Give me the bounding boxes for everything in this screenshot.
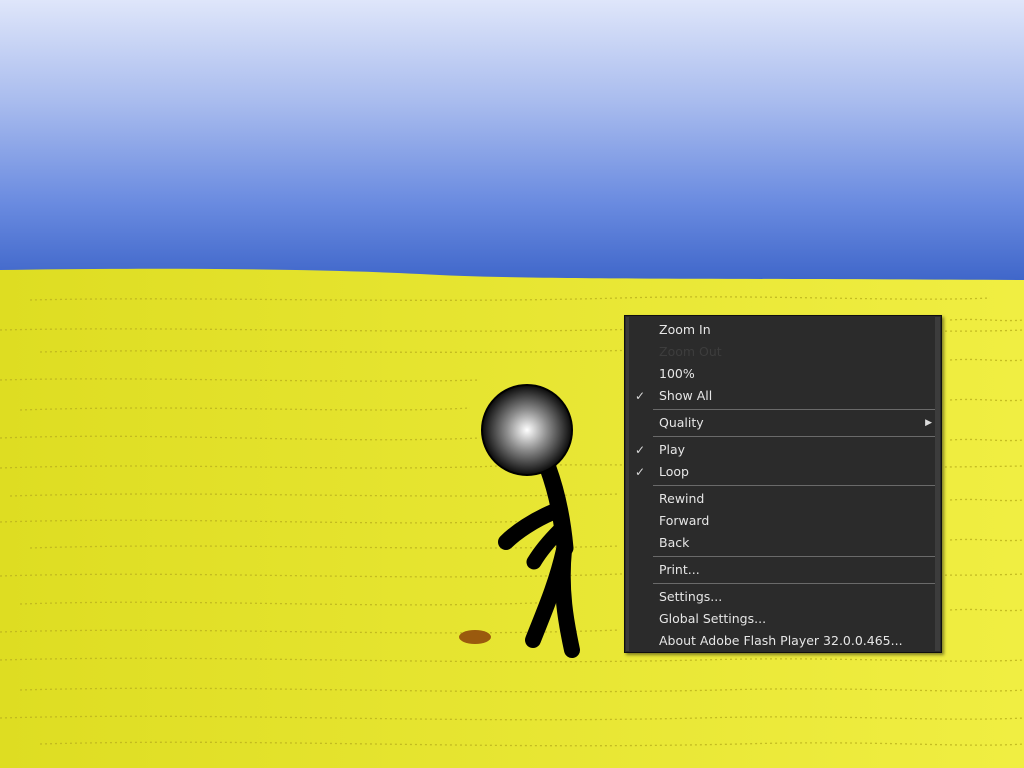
menu-item-forward[interactable]: Forward [625, 510, 941, 532]
context-menu[interactable]: Zoom In Zoom Out 100% ✓ Show All Quality… [624, 315, 942, 653]
menu-separator [653, 436, 935, 437]
menu-item-back[interactable]: Back [625, 532, 941, 554]
menu-item-label: Forward [659, 513, 710, 528]
menu-item-quality[interactable]: Quality ▶ [625, 412, 941, 434]
menu-item-label: Rewind [659, 491, 705, 506]
stickman-leg-right [554, 542, 580, 658]
menu-item-label: Quality [659, 415, 704, 430]
menu-item-label: 100% [659, 366, 695, 381]
menu-item-rewind[interactable]: Rewind [625, 488, 941, 510]
menu-item-show-all[interactable]: ✓ Show All [625, 385, 941, 407]
submenu-arrow-icon: ▶ [925, 418, 932, 428]
menu-item-loop[interactable]: ✓ Loop [625, 461, 941, 483]
menu-separator [653, 583, 935, 584]
sky [0, 0, 1024, 290]
menu-item-zoom-in[interactable]: Zoom In [625, 319, 941, 341]
menu-item-label: Show All [659, 388, 713, 403]
menu-item-about-flash-player[interactable]: About Adobe Flash Player 32.0.0.465... [625, 630, 941, 652]
menu-item-label: Settings... [659, 589, 723, 604]
menu-item-settings[interactable]: Settings... [625, 586, 941, 608]
menu-item-100-percent[interactable]: 100% [625, 363, 941, 385]
menu-item-label: Print... [659, 562, 700, 577]
checkmark-icon: ✓ [635, 443, 646, 457]
menu-separator [653, 409, 935, 410]
menu-item-label: Back [659, 535, 690, 550]
brown-stone [459, 630, 491, 644]
flash-player-stage[interactable]: Zoom In Zoom Out 100% ✓ Show All Quality… [0, 0, 1024, 768]
stickman-head [481, 384, 573, 476]
menu-item-global-settings[interactable]: Global Settings... [625, 608, 941, 630]
menu-separator [653, 556, 935, 557]
menu-item-zoom-out: Zoom Out [625, 341, 941, 363]
menu-item-label: Zoom In [659, 322, 711, 337]
menu-separator [653, 485, 935, 486]
checkmark-icon: ✓ [635, 389, 646, 403]
menu-item-label: Zoom Out [659, 344, 722, 359]
menu-item-label: Play [659, 442, 686, 457]
checkmark-icon: ✓ [635, 465, 646, 479]
menu-item-label: Loop [659, 464, 689, 479]
menu-item-print[interactable]: Print... [625, 559, 941, 581]
menu-item-play[interactable]: ✓ Play [625, 439, 941, 461]
menu-item-label: Global Settings... [659, 611, 767, 626]
menu-item-label: About Adobe Flash Player 32.0.0.465... [659, 633, 903, 648]
